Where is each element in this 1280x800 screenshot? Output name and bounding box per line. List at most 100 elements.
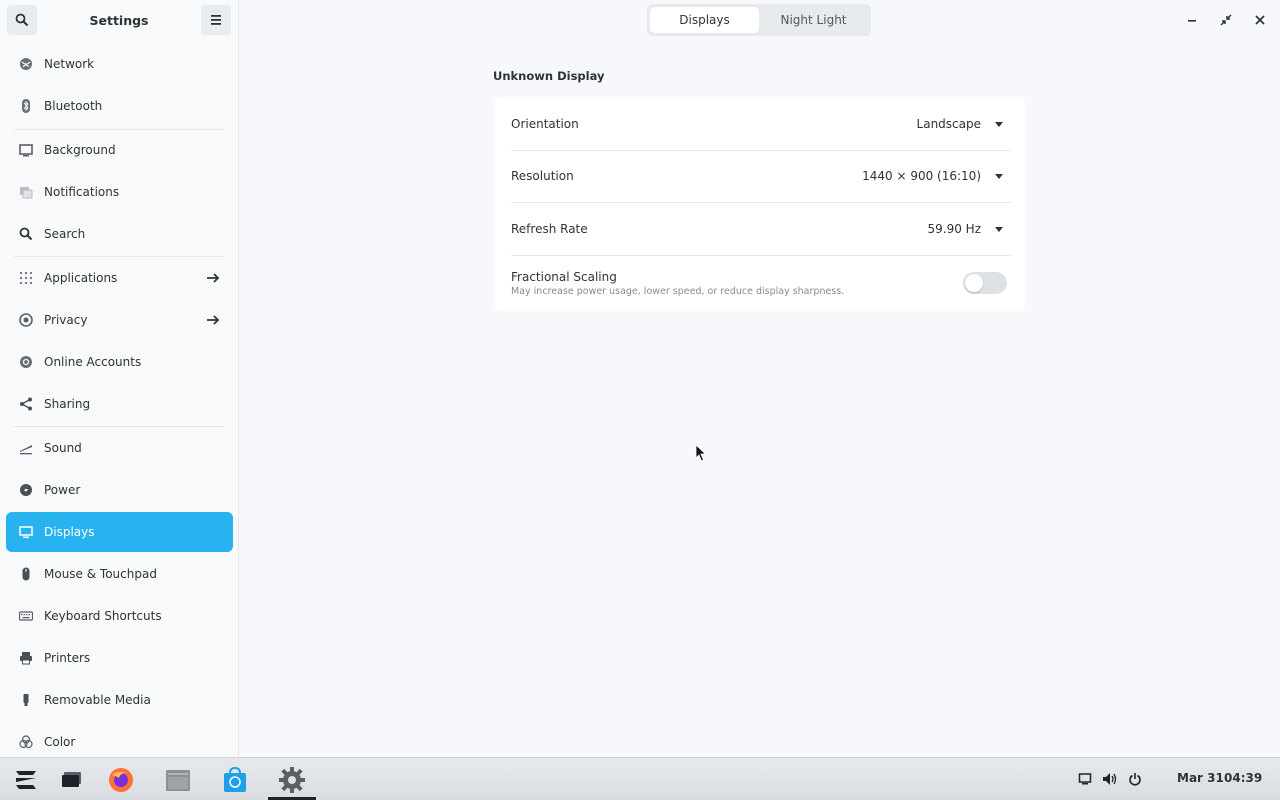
applications-icon [18,270,34,286]
taskbar: Mar 31 04:39 [0,757,1280,800]
color-icon [18,734,34,750]
software-store-button[interactable] [219,764,251,796]
minimize-icon [1188,20,1196,22]
settings-app-button[interactable] [276,764,308,796]
fractional-scaling-toggle[interactable] [963,272,1007,294]
sidebar-title: Settings [89,12,149,28]
display-icon [1078,773,1092,785]
sidebar-item-printers[interactable]: Printers [6,638,233,678]
sidebar: Settings Network Bluetooth Background No… [0,0,239,757]
time-label[interactable]: 04:39 [1224,771,1262,785]
firefox-button[interactable] [105,764,137,796]
restore-icon [1220,14,1232,26]
zorin-logo-icon [16,771,36,789]
sidebar-item-sharing[interactable]: Sharing [6,384,233,424]
fractional-scaling-text: Fractional Scaling May increase power us… [511,270,844,297]
hamburger-menu-icon [210,15,221,25]
firefox-icon [109,768,133,792]
sidebar-item-label: Removable Media [44,693,151,707]
restore-button[interactable] [1216,10,1236,30]
keyboard-icon [18,608,34,624]
sidebar-item-privacy[interactable]: Privacy [6,300,233,340]
sidebar-item-label: Search [44,227,86,241]
resolution-value: 1440 × 900 (16:10) [862,169,981,183]
sidebar-item-label: Background [44,143,116,157]
files-button[interactable] [162,764,194,796]
search-icon [15,13,29,27]
sidebar-item-applications[interactable]: Applications [6,258,233,298]
tab-displays[interactable]: Displays [650,7,759,33]
date-label[interactable]: Mar 31 [1177,771,1224,785]
chevron-down-icon [995,122,1003,127]
search-icon [18,226,34,242]
sidebar-item-label: Keyboard Shortcuts [44,609,162,623]
sidebar-item-label: Online Accounts [44,355,142,369]
toggle-knob [965,274,983,292]
orientation-label: Orientation [511,117,579,131]
display-settings-panel: Orientation Landscape Resolution 1440 × … [494,97,1025,311]
minimize-button[interactable] [1182,10,1202,30]
sharing-icon [18,396,34,412]
network-icon [18,56,34,72]
sidebar-item-removable-media[interactable]: Removable Media [6,680,233,720]
power-icon [1129,773,1141,786]
display-name-heading: Unknown Display [493,69,605,83]
menu-button[interactable] [200,5,231,35]
sidebar-item-label: Color [44,735,76,749]
sidebar-item-displays[interactable]: Displays [6,512,233,552]
sidebar-header: Settings [0,0,238,40]
resolution-label: Resolution [511,169,574,183]
volume-icon [1103,773,1117,785]
tab-night-light[interactable]: Night Light [759,7,868,33]
sidebar-item-network[interactable]: Network [6,44,233,84]
display-tray-button[interactable] [1076,770,1094,788]
sidebar-item-bluetooth[interactable]: Bluetooth [6,86,233,126]
app-menu-button[interactable] [10,764,42,796]
sidebar-item-label: Mouse & Touchpad [44,567,157,581]
online-accounts-icon [18,354,34,370]
power-tray-button[interactable] [1126,770,1144,788]
sidebar-separator [14,426,224,427]
printer-icon [18,650,34,666]
orientation-value: Landscape [916,117,981,131]
chevron-down-icon [995,174,1003,179]
close-button[interactable] [1250,10,1270,30]
resolution-row[interactable]: Resolution 1440 × 900 (16:10) [511,150,1011,202]
search-button[interactable] [7,5,37,35]
sidebar-item-label: Privacy [44,313,88,327]
gear-icon [279,767,305,793]
displays-icon [18,524,34,540]
privacy-icon [18,312,34,328]
sidebar-item-label: Sound [44,441,82,455]
sidebar-item-background[interactable]: Background [6,130,233,170]
view-switcher: Displays Night Light [647,4,871,36]
sidebar-item-label: Power [44,483,81,497]
sidebar-item-label: Printers [44,651,91,665]
mouse-cursor-icon [695,444,707,462]
refresh-rate-row[interactable]: Refresh Rate 59.90 Hz [511,203,1011,255]
sidebar-item-mouse-touchpad[interactable]: Mouse & Touchpad [6,554,233,594]
folder-icon [166,770,190,791]
workspaces-button[interactable] [56,764,88,796]
sidebar-item-label: Displays [44,525,95,539]
sidebar-item-online-accounts[interactable]: Online Accounts [6,342,233,382]
volume-tray-button[interactable] [1101,770,1119,788]
refresh-rate-label: Refresh Rate [511,222,588,236]
sound-icon [18,440,34,456]
sidebar-item-sound[interactable]: Sound [6,428,233,468]
fractional-scaling-row: Fractional Scaling May increase power us… [511,256,1011,310]
power-icon [18,482,34,498]
arrow-right-icon [207,315,220,325]
sidebar-item-label: Applications [44,271,118,285]
sidebar-item-notifications[interactable]: Notifications [6,172,233,212]
arrow-right-icon [207,273,220,283]
workspaces-icon [62,772,81,787]
sidebar-item-keyboard-shortcuts[interactable]: Keyboard Shortcuts [6,596,233,636]
orientation-row[interactable]: Orientation Landscape [511,98,1011,150]
bluetooth-icon [18,98,34,114]
sidebar-item-color[interactable]: Color [6,722,233,762]
fractional-scaling-description: May increase power usage, lower speed, o… [511,285,845,297]
sidebar-item-search[interactable]: Search [6,214,233,254]
sidebar-item-power[interactable]: Power [6,470,233,510]
refresh-rate-value: 59.90 Hz [927,222,982,236]
